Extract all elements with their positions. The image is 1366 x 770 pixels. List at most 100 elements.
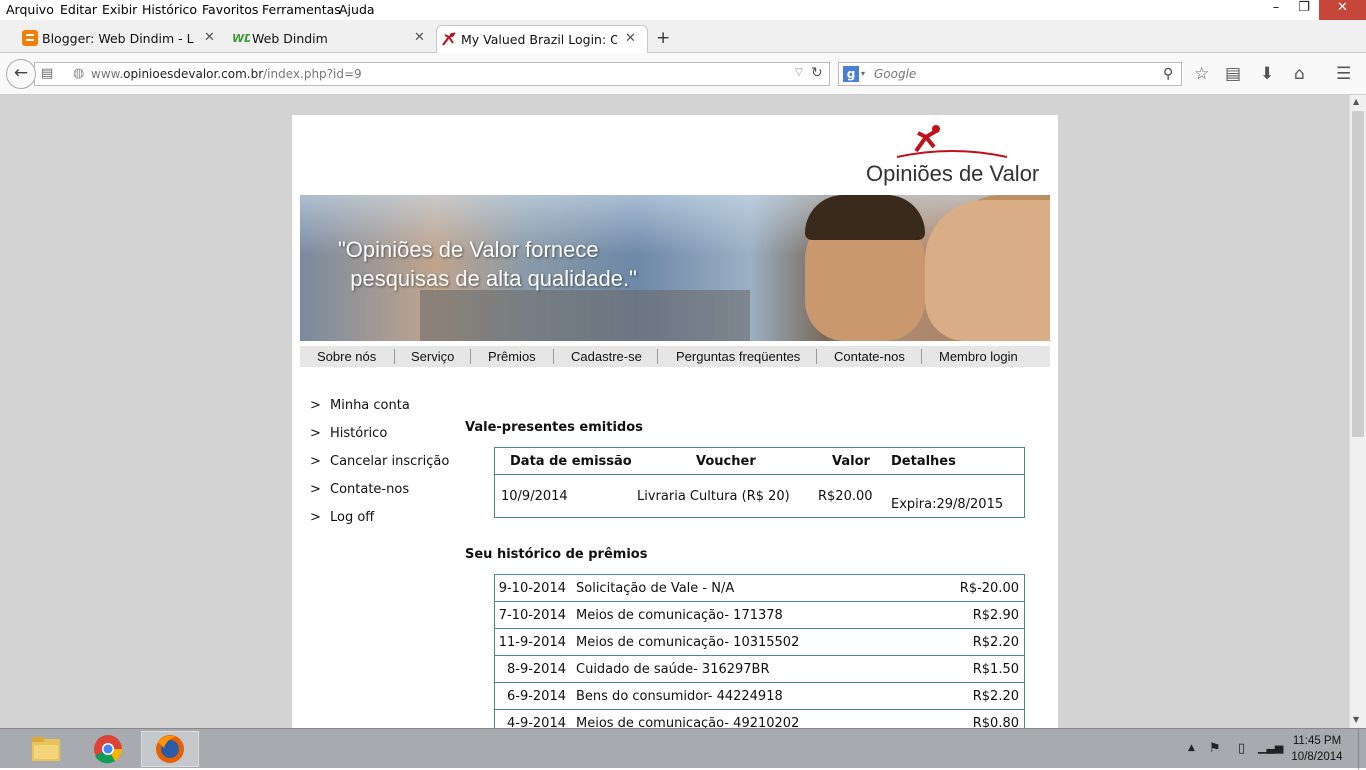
main-nav: Sobre nós Serviço Prêmios Cadastre-se Pe… [300, 346, 1050, 367]
col-value-header: Valor [832, 454, 870, 469]
history-table: 9-10-2014 Solicitação de Vale - N/A R$-2… [494, 574, 1025, 728]
svg-text:WD: WD [232, 32, 250, 45]
flag-icon[interactable]: ⚑ [1209, 741, 1221, 756]
chevron-down-icon[interactable]: ▾ [861, 69, 865, 78]
google-icon[interactable]: g [843, 66, 859, 82]
search-input[interactable]: Google [874, 67, 916, 81]
nav-premios[interactable]: Prêmios [488, 349, 536, 364]
url-dropdown-icon[interactable]: ▽ [795, 67, 803, 78]
nav-servico[interactable]: Serviço [411, 349, 454, 364]
history-amount: R$2.90 [972, 608, 1019, 623]
nav-toolbar: ▤ ◍ www.opinioesdevalor.com.br/index.php… [0, 53, 1366, 95]
menu-favoritos[interactable]: Favoritos [202, 2, 258, 17]
file-explorer-button[interactable] [17, 731, 75, 767]
sidebar-item-log-off[interactable]: > Log off [310, 510, 374, 525]
history-desc: Meios de comunicação- 171378 [576, 608, 783, 623]
history-desc: Bens do consumidor- 44224918 [576, 689, 783, 704]
voucher-table: Data de emissão Voucher Valor Detalhes 1… [494, 447, 1025, 518]
close-tab-icon[interactable]: ✕ [204, 30, 215, 45]
wd-icon: WD [232, 30, 253, 46]
nav-perguntas[interactable]: Perguntas freqüentes [676, 349, 800, 364]
menu-historico[interactable]: Histórico [142, 2, 197, 17]
menu-icon[interactable]: ☰ [1336, 64, 1351, 84]
sidebar-item-minha-conta[interactable]: > Minha conta [310, 398, 410, 413]
clock[interactable]: 11:45 PM 10/8/2014 [1282, 733, 1352, 765]
scroll-down-icon[interactable]: ▼ [1353, 715, 1359, 724]
tab-title: Web Dindim [252, 31, 328, 46]
nav-membro-login[interactable]: Membro login [939, 349, 1018, 364]
history-date: 11-9-2014 [498, 635, 566, 650]
logo-text[interactable]: Opiniões de Valor [866, 161, 1039, 187]
scroll-up-icon[interactable]: ▲ [1353, 97, 1359, 106]
vouchers-title: Vale-presentes emitidos [465, 420, 643, 435]
history-desc: Solicitação de Vale - N/A [576, 581, 735, 596]
url-text[interactable]: www.opinioesdevalor.com.br/index.php?id=… [91, 67, 362, 81]
minimize-button[interactable]: – [1264, 0, 1288, 20]
table-row: 7-10-2014 Meios de comunicação- 171378 R… [495, 602, 1024, 629]
tab-blogger[interactable]: Blogger: Web Dindim - Lay... ✕ [18, 25, 224, 53]
bookmarks-list-icon[interactable]: ▤ [1225, 64, 1241, 84]
menu-editar[interactable]: Editar [60, 2, 97, 17]
chrome-icon [94, 735, 122, 764]
star-person-icon [441, 31, 457, 47]
nav-cadastre-se[interactable]: Cadastre-se [571, 349, 642, 364]
chrome-button[interactable] [79, 731, 137, 767]
search-bar[interactable]: g ▾ Google ⚲ [838, 62, 1182, 86]
back-button[interactable]: ← [6, 59, 36, 89]
battery-icon[interactable]: ▯ [1238, 741, 1245, 756]
tab-my-valued[interactable]: My Valued Brazil Login: Op... ✕ [436, 25, 648, 53]
menu-exibir[interactable]: Exibir [102, 2, 137, 17]
tab-title: Blogger: Web Dindim - Lay... [42, 31, 194, 46]
search-icon[interactable]: ⚲ [1163, 66, 1173, 82]
history-date: 7-10-2014 [498, 608, 566, 623]
menu-ajuda[interactable]: Ajuda [339, 2, 375, 17]
taskbar: ▲ ⚑ ▯ ▁▃▅ 11:45 PM 10/8/2014 [0, 728, 1366, 769]
tab-title: My Valued Brazil Login: Op... [461, 32, 617, 47]
vertical-scrollbar[interactable]: ▲ ▼ [1349, 95, 1366, 728]
firefox-icon [156, 735, 184, 763]
close-tab-icon[interactable]: ✕ [414, 30, 425, 45]
sidebar-item-historico[interactable]: > Histórico [310, 426, 387, 441]
menu-bar: Arquivo Editar Exibir Histórico Favorito… [0, 0, 1366, 20]
history-desc: Meios de comunicação- 49210202 [576, 716, 800, 728]
home-icon[interactable]: ⌂ [1294, 64, 1305, 84]
table-row: 8-9-2014 Cuidado de saúde- 316297BR R$1.… [495, 656, 1024, 683]
sidebar-item-cancelar[interactable]: > Cancelar inscrição [310, 454, 449, 469]
table-row: 6-9-2014 Bens do consumidor- 44224918 R$… [495, 683, 1024, 710]
history-amount: R$2.20 [972, 689, 1019, 704]
menu-arquivo[interactable]: Arquivo [6, 2, 54, 17]
history-amount: R$2.20 [972, 635, 1019, 650]
signal-icon[interactable]: ▁▃▅ [1258, 741, 1283, 754]
menu-ferramentas[interactable]: Ferramentas [262, 2, 341, 17]
url-bar[interactable]: ▤ ◍ www.opinioesdevalor.com.br/index.php… [34, 62, 830, 86]
folder-icon [32, 737, 60, 761]
close-window-button[interactable]: ✕ [1319, 0, 1366, 20]
tab-strip: Blogger: Web Dindim - Lay... ✕ WD Web Di… [0, 20, 1366, 53]
logo-icon [896, 125, 1008, 158]
scrollbar-thumb[interactable] [1352, 111, 1364, 437]
nav-sobre-nos[interactable]: Sobre nós [317, 349, 376, 364]
history-amount: R$0.80 [972, 716, 1019, 728]
restore-button[interactable]: ❐ [1292, 0, 1316, 20]
page-container: Opiniões de Valor "Opiniões de Valor for… [292, 115, 1058, 728]
blogger-icon [22, 30, 38, 46]
download-icon[interactable]: ⬇ [1260, 64, 1274, 84]
reload-icon[interactable]: ↻ [811, 65, 823, 81]
bookmark-star-icon[interactable]: ☆ [1194, 64, 1209, 84]
table-row: 9-10-2014 Solicitação de Vale - N/A R$-2… [495, 575, 1024, 602]
nav-contate-nos[interactable]: Contate-nos [834, 349, 905, 364]
close-tab-icon[interactable]: ✕ [625, 31, 636, 46]
sidebar-item-contate-nos[interactable]: > Contate-nos [310, 482, 409, 497]
show-desktop-button[interactable] [1358, 729, 1366, 769]
history-date: 6-9-2014 [506, 689, 566, 704]
banner-quote: "Opiniões de Valor fornece pesquisas de … [338, 237, 637, 291]
table-row: 11-9-2014 Meios de comunicação- 10315502… [495, 629, 1024, 656]
new-tab-button[interactable]: + [656, 28, 670, 48]
voucher-value: R$20.00 [818, 489, 873, 504]
history-icon[interactable]: ▤ [41, 66, 53, 81]
history-date: 9-10-2014 [498, 581, 566, 596]
tab-web-dindim[interactable]: WD Web Dindim ✕ [228, 25, 434, 53]
firefox-button[interactable] [141, 731, 199, 767]
col-details-header: Detalhes [891, 454, 956, 469]
tray-expand-icon[interactable]: ▲ [1188, 743, 1195, 753]
